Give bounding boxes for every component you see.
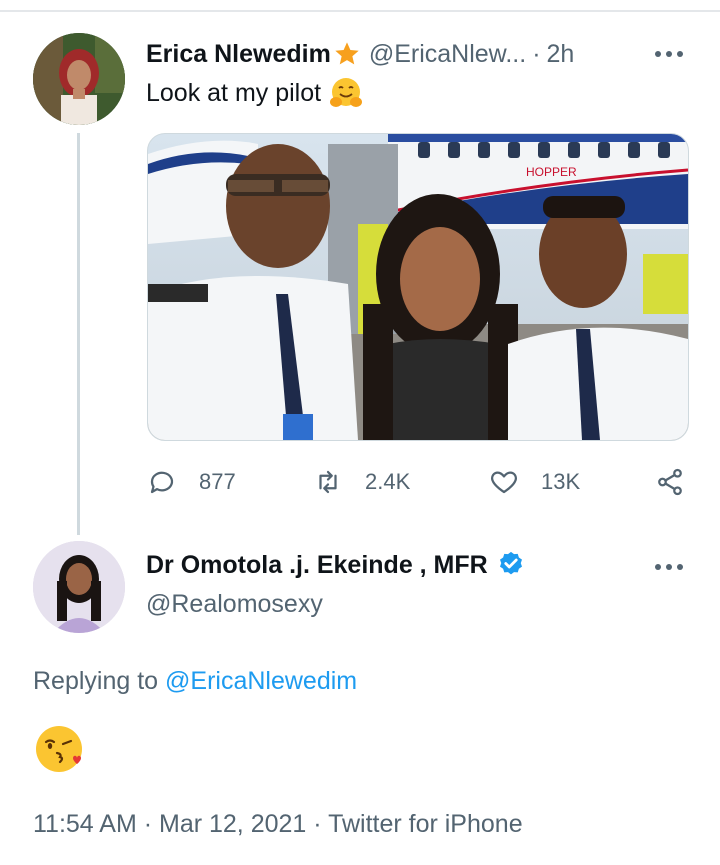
tweet-header: Erica Nlewedim @EricaNlew... · 2h — [146, 36, 691, 72]
top-divider — [0, 10, 720, 12]
tweet-text: Look at my pilot — [146, 76, 363, 110]
reply-author-row: Dr Omotola .j. Ekeinde , MFR — [146, 550, 526, 580]
star-icon — [335, 42, 359, 65]
plane-livery-text: HOPPER — [526, 165, 577, 179]
tweet-actions: 877 2.4K 13K — [147, 462, 692, 502]
retweet-icon — [319, 470, 337, 494]
thread-line — [77, 133, 80, 535]
reply-author-name[interactable]: Dr Omotola .j. Ekeinde , MFR — [146, 551, 488, 580]
retweet-count: 2.4K — [365, 469, 411, 494]
retweet-button[interactable]: 2.4K — [313, 462, 410, 502]
author-handle[interactable]: @EricaNlew... — [369, 40, 526, 69]
replying-prefix: Replying to — [33, 667, 166, 695]
reply-icon — [150, 471, 174, 494]
tweet-timestamp[interactable]: 11:54 AM · Mar 12, 2021 · Twitter for iP… — [33, 810, 523, 839]
share-icon — [658, 468, 682, 496]
more-options-icon[interactable] — [655, 557, 683, 577]
heart-icon — [491, 471, 517, 494]
like-button[interactable]: 13K — [489, 462, 580, 502]
tweet-text-body: Look at my pilot — [146, 78, 322, 107]
replying-to-line: Replying to @EricaNlewedim — [33, 667, 357, 696]
face-blowing-kiss-icon — [36, 726, 82, 772]
more-options-icon[interactable] — [655, 44, 683, 64]
like-count: 13K — [541, 469, 581, 494]
tweet-photo[interactable]: HOPPER — [147, 133, 689, 441]
reply-author-handle[interactable]: @Realomosexy — [146, 590, 323, 619]
hugging-face-icon — [330, 78, 363, 107]
verified-badge-icon — [499, 551, 522, 575]
author-name[interactable]: Erica Nlewedim — [146, 40, 331, 69]
share-button[interactable] — [655, 462, 685, 502]
avatar-erica[interactable] — [33, 33, 125, 125]
replying-mention-link[interactable]: @EricaNlewedim — [165, 667, 357, 695]
dot-separator: · — [532, 39, 541, 68]
reply-count: 877 — [199, 469, 236, 494]
avatar-omotola[interactable] — [33, 541, 125, 633]
tweet-time[interactable]: 2h — [547, 40, 575, 69]
reply-button[interactable]: 877 — [147, 462, 236, 502]
